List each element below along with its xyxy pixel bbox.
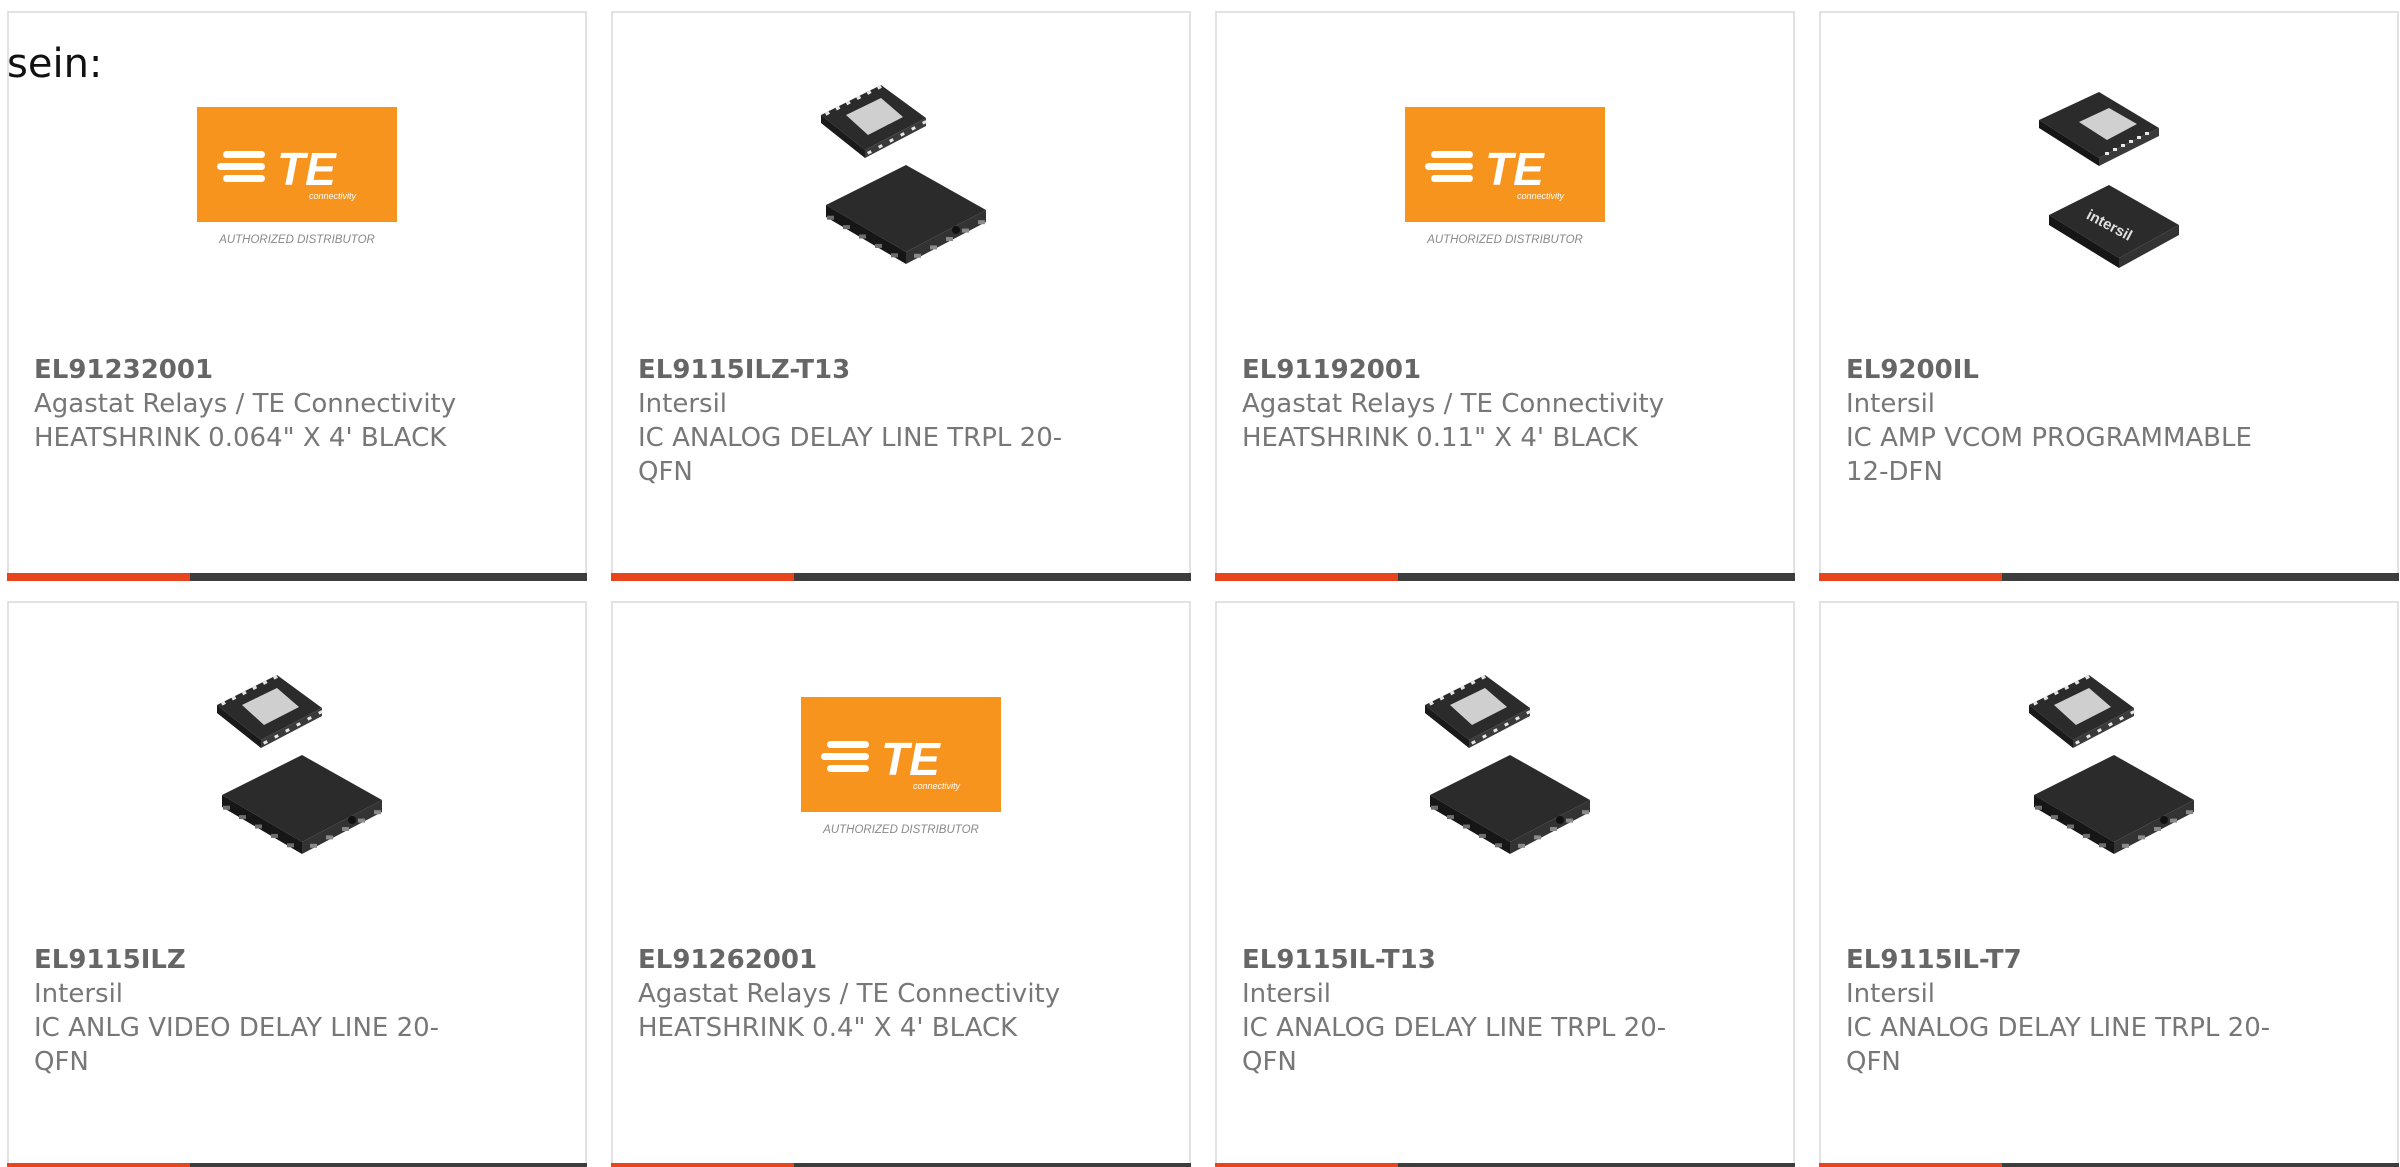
product-info: EL91192001 Agastat Relays / TE Connectiv…	[1242, 353, 1693, 455]
product-image[interactable]	[1405, 670, 1605, 874]
product-card[interactable]: TE connectivity AUTHORIZED DISTRIBUTOR E…	[7, 11, 587, 581]
product-description: IC ANLG VIDEO DELAY LINE 20-QFN	[34, 1013, 440, 1077]
qfn-chip-icon	[217, 675, 382, 854]
product-image[interactable]	[197, 670, 397, 874]
product-image[interactable]: TE connectivity AUTHORIZED DISTRIBUTOR	[197, 80, 397, 284]
product-info: EL9115ILZ Intersil IC ANLG VIDEO DELAY L…	[34, 943, 485, 1079]
part-number[interactable]: EL91262001	[638, 943, 1089, 977]
qfn-chip-icon	[2029, 675, 2194, 854]
product-info: EL9115IL-T7 Intersil IC ANALOG DELAY LIN…	[1846, 943, 2297, 1079]
card-dark-bar	[2002, 573, 2399, 581]
manufacturer: Intersil	[34, 979, 124, 1009]
card-dark-bar	[190, 573, 587, 581]
svg-text:connectivity: connectivity	[309, 191, 357, 201]
product-description: HEATSHRINK 0.4" X 4' BLACK	[638, 1013, 1018, 1043]
manufacturer: Intersil	[1846, 389, 1936, 419]
manufacturer: Intersil	[1242, 979, 1332, 1009]
product-image[interactable]: TE connectivity AUTHORIZED DISTRIBUTOR	[1405, 80, 1605, 284]
card-dark-bar	[794, 1163, 1191, 1167]
product-card[interactable]: EL9115IL-T13 Intersil IC ANALOG DELAY LI…	[1215, 601, 1795, 1167]
part-number[interactable]: EL9115IL-T13	[1242, 943, 1693, 977]
card-accent-bar	[1819, 1163, 2002, 1167]
card-dark-bar	[1398, 573, 1795, 581]
part-number[interactable]: EL9200IL	[1846, 353, 2297, 387]
product-card[interactable]: EL9115ILZ Intersil IC ANLG VIDEO DELAY L…	[7, 601, 587, 1167]
part-number[interactable]: EL9115ILZ	[34, 943, 485, 977]
card-bottom-bar	[7, 1163, 587, 1167]
product-description: IC ANALOG DELAY LINE TRPL 20-QFN	[638, 423, 1063, 487]
manufacturer: Intersil	[1846, 979, 1936, 1009]
svg-text:TE: TE	[277, 143, 337, 195]
card-bottom-bar	[1215, 1163, 1795, 1167]
card-bottom-bar	[1215, 573, 1795, 581]
product-info: EL91262001 Agastat Relays / TE Connectiv…	[638, 943, 1089, 1045]
card-bottom-bar	[1819, 573, 2399, 581]
part-number[interactable]: EL9115ILZ-T13	[638, 353, 1089, 387]
qfn-chip-icon	[821, 85, 986, 264]
svg-text:TE: TE	[1485, 143, 1545, 195]
product-info: EL9115ILZ-T13 Intersil IC ANALOG DELAY L…	[638, 353, 1089, 489]
product-card[interactable]: TE connectivity AUTHORIZED DISTRIBUTOR E…	[611, 601, 1191, 1167]
product-description: HEATSHRINK 0.11" X 4' BLACK	[1242, 423, 1638, 453]
card-bottom-bar	[611, 573, 1191, 581]
product-card[interactable]: EL9115ILZ-T13 Intersil IC ANALOG DELAY L…	[611, 11, 1191, 581]
part-number[interactable]: EL91232001	[34, 353, 485, 387]
product-description: IC ANALOG DELAY LINE TRPL 20-QFN	[1242, 1013, 1667, 1077]
part-number[interactable]: EL91192001	[1242, 353, 1693, 387]
card-accent-bar	[1819, 573, 2002, 581]
product-card[interactable]: TE connectivity AUTHORIZED DISTRIBUTOR E…	[1215, 11, 1795, 581]
product-card[interactable]: EL9115IL-T7 Intersil IC ANALOG DELAY LIN…	[1819, 601, 2399, 1167]
card-dark-bar	[190, 1163, 587, 1167]
product-info: EL9115IL-T13 Intersil IC ANALOG DELAY LI…	[1242, 943, 1693, 1079]
product-info: EL91232001 Agastat Relays / TE Connectiv…	[34, 353, 485, 455]
te-logo-icon: TE connectivity AUTHORIZED DISTRIBUTOR	[1405, 107, 1605, 246]
logo-caption: AUTHORIZED DISTRIBUTOR	[822, 824, 979, 836]
product-image[interactable]: intersil	[2009, 80, 2209, 284]
manufacturer: Agastat Relays / TE Connectivity	[638, 979, 1061, 1009]
card-accent-bar	[7, 573, 190, 581]
svg-text:connectivity: connectivity	[1517, 191, 1565, 201]
svg-text:connectivity: connectivity	[913, 781, 961, 791]
product-card[interactable]: intersil EL9200IL Intersil IC AMP VCOM P…	[1819, 11, 2399, 581]
card-bottom-bar	[1819, 1163, 2399, 1167]
product-description: HEATSHRINK 0.064" X 4' BLACK	[34, 423, 447, 453]
product-image[interactable]: TE connectivity AUTHORIZED DISTRIBUTOR	[801, 670, 1001, 874]
manufacturer: Agastat Relays / TE Connectivity	[1242, 389, 1665, 419]
product-listing-page: sein: TE connectivity AUTHORIZED DISTRIB…	[0, 0, 2400, 1167]
product-image[interactable]	[801, 80, 1001, 284]
intro-text: sein:	[7, 41, 103, 87]
card-accent-bar	[1215, 1163, 1398, 1167]
product-description: IC AMP VCOM PROGRAMMABLE 12-DFN	[1846, 423, 2252, 487]
product-info: EL9200IL Intersil IC AMP VCOM PROGRAMMAB…	[1846, 353, 2297, 489]
card-accent-bar	[611, 1163, 794, 1167]
te-logo-icon: TE connectivity AUTHORIZED DISTRIBUTOR	[197, 107, 397, 246]
card-accent-bar	[611, 573, 794, 581]
manufacturer: Intersil	[638, 389, 728, 419]
svg-text:TE: TE	[881, 733, 941, 785]
manufacturer: Agastat Relays / TE Connectivity	[34, 389, 457, 419]
dfn-chip-icon: intersil	[2039, 92, 2179, 268]
card-dark-bar	[2002, 1163, 2399, 1167]
product-grid: TE connectivity AUTHORIZED DISTRIBUTOR E…	[7, 11, 2399, 1167]
te-logo-icon: TE connectivity AUTHORIZED DISTRIBUTOR	[801, 697, 1001, 836]
card-bottom-bar	[611, 1163, 1191, 1167]
product-image[interactable]	[2009, 670, 2209, 874]
card-dark-bar	[1398, 1163, 1795, 1167]
product-description: IC ANALOG DELAY LINE TRPL 20-QFN	[1846, 1013, 2271, 1077]
part-number[interactable]: EL9115IL-T7	[1846, 943, 2297, 977]
logo-caption: AUTHORIZED DISTRIBUTOR	[218, 234, 375, 246]
qfn-chip-icon	[1425, 675, 1590, 854]
logo-caption: AUTHORIZED DISTRIBUTOR	[1426, 234, 1583, 246]
card-bottom-bar	[7, 573, 587, 581]
card-accent-bar	[7, 1163, 190, 1167]
card-dark-bar	[794, 573, 1191, 581]
card-accent-bar	[1215, 573, 1398, 581]
